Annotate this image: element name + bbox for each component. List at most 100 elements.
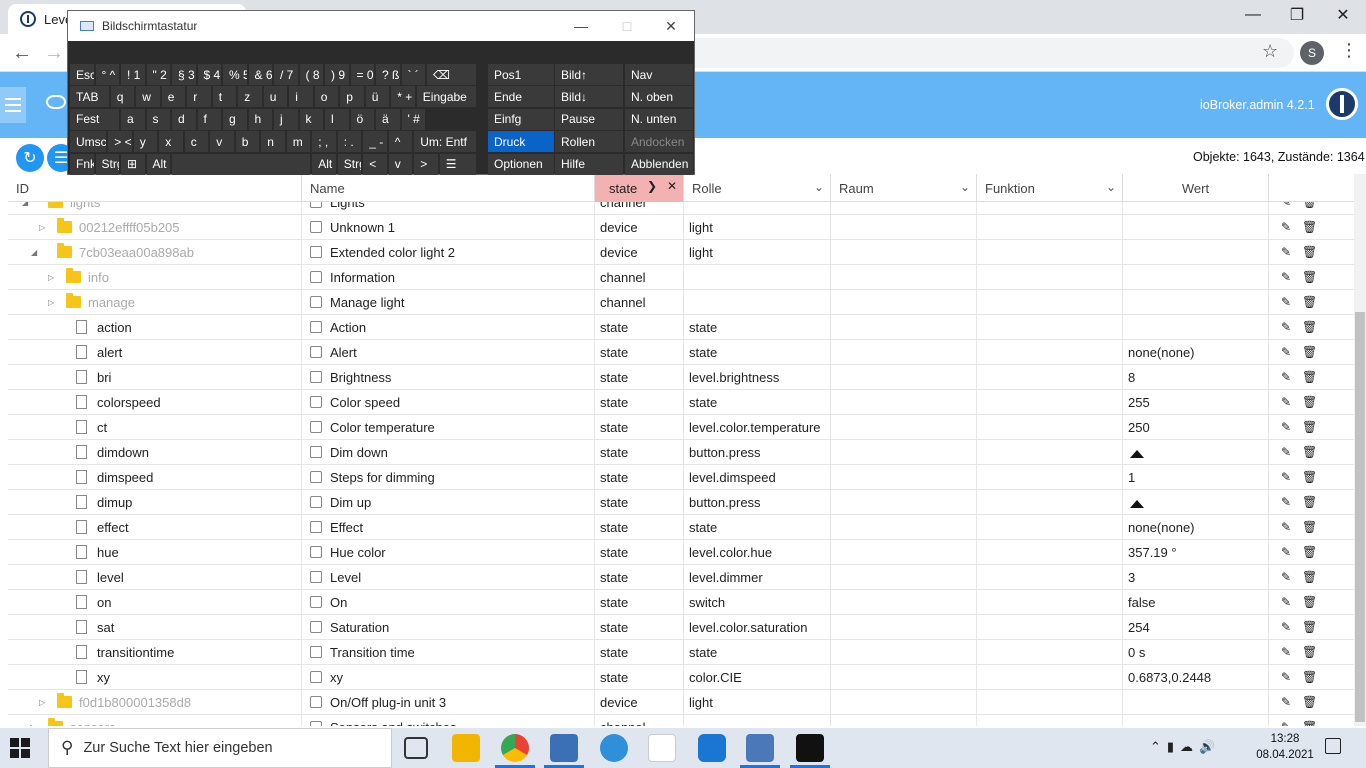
table-row[interactable]: dimup Dim up state button.press ✎ 🗑 [8, 490, 1354, 515]
value-cell[interactable]: 0.6873,0.2448 [1123, 665, 1269, 690]
osk-nav-key[interactable]: Nav [625, 64, 693, 85]
column-header-id[interactable]: ID [8, 174, 302, 202]
osk-key[interactable]: ! 1 [121, 64, 145, 85]
osk-key[interactable]: Eingabe [416, 86, 476, 108]
delete-icon[interactable]: 🗑 [1302, 215, 1317, 240]
osk-key[interactable]: c [184, 131, 209, 153]
expand-open-icon[interactable]: ◢ [22, 202, 28, 215]
osk-key[interactable]: < [363, 153, 387, 175]
osk-key[interactable]: Um: Entf [414, 131, 476, 153]
value-cell[interactable]: 1 [1123, 465, 1269, 490]
network-app-icon[interactable] [550, 734, 578, 762]
taskbar-search[interactable]: ⚲ Zur Suche Text hier eingeben [48, 728, 392, 768]
clear-filter-icon[interactable]: ✕ [667, 179, 677, 193]
osk-key[interactable]: " 2 [146, 64, 170, 85]
id-cell[interactable]: hue [8, 540, 302, 565]
osk-nav-key[interactable]: Ende [488, 86, 554, 108]
delete-icon[interactable]: 🗑 [1302, 515, 1317, 540]
table-row[interactable]: ▷ manage Manage light channel ✎ 🗑 [8, 290, 1354, 315]
osk-nav-key[interactable]: Pause [555, 108, 623, 130]
osk-key[interactable]: ; , [312, 131, 336, 153]
id-cell[interactable]: level [8, 565, 302, 590]
value-cell[interactable]: false [1123, 590, 1269, 615]
osk-nav-key[interactable]: Bild↑ [555, 64, 623, 85]
osk-key[interactable]: n [261, 131, 285, 153]
osk-key[interactable]: y [133, 131, 158, 153]
osk-nav-key[interactable]: Pos1 [488, 64, 554, 85]
osk-titlebar[interactable]: Bildschirmtastatur — □ ✕ [68, 11, 694, 41]
table-row[interactable]: sat Saturation state level.color.saturation… [8, 615, 1354, 640]
delete-icon[interactable]: 🗑 [1302, 565, 1317, 590]
osk-key[interactable]: h [248, 108, 272, 130]
table-row[interactable]: dimdown Dim down state button.press ✎ 🗑 [8, 440, 1354, 465]
osk-key[interactable]: TAB [70, 86, 109, 108]
osk-key[interactable]: v [210, 131, 234, 153]
close-window-icon[interactable]: ✕ [1320, 0, 1366, 30]
osk-key[interactable]: > < [108, 131, 132, 153]
osk-key[interactable]: ° ^ [95, 64, 119, 85]
table-row[interactable]: ◢ lights Lights channel ✎ 🗑 [8, 202, 1354, 215]
edit-icon[interactable]: ✎ [1281, 615, 1291, 640]
osk-key[interactable]: r [187, 86, 211, 108]
delete-icon[interactable]: 🗑 [1302, 415, 1317, 440]
expand-closed-icon[interactable]: ▷ [39, 215, 45, 240]
osk-key[interactable]: i [289, 86, 313, 108]
osk-key[interactable]: ' # [401, 108, 425, 130]
osk-nav-key[interactable]: Andocken [625, 131, 693, 153]
bookmark-star-icon[interactable]: ☆ [1262, 41, 1278, 62]
osk-key[interactable]: Alt [146, 153, 170, 175]
table-row[interactable]: ▷sensorsSensors and switcheschannel✎🗑 [8, 715, 1354, 726]
edit-icon[interactable]: ✎ [1281, 340, 1291, 365]
osk-key[interactable]: Fnkt [70, 153, 94, 175]
chevron-down-icon[interactable]: ❯ [647, 179, 657, 193]
delete-icon[interactable]: 🗑 [1302, 715, 1317, 726]
table-row[interactable]: transitiontime Transition time state state 0… [8, 640, 1354, 665]
eye-icon[interactable] [46, 95, 66, 109]
expand-closed-icon[interactable]: ▷ [30, 715, 36, 726]
value-cell[interactable]: 250 [1123, 415, 1269, 440]
edit-icon[interactable]: ✎ [1281, 390, 1291, 415]
bell-icon[interactable] [1130, 499, 1144, 508]
edit-icon[interactable]: ✎ [1281, 215, 1291, 240]
id-cell[interactable]: ◢ lights [8, 202, 302, 215]
osk-key[interactable]: ö [350, 108, 374, 130]
value-cell[interactable] [1123, 215, 1269, 240]
osk-key[interactable]: ? ß [376, 64, 400, 85]
value-cell[interactable]: 357.19 ° [1123, 540, 1269, 565]
table-row[interactable]: ▷ f0d1b800001358d8 On/Off plug-in unit 3 de… [8, 690, 1354, 715]
table-row[interactable]: effect Effect state state none(none) ✎ 🗑 [8, 515, 1354, 540]
id-cell[interactable]: dimdown [8, 440, 302, 465]
maximize-icon[interactable]: □ [604, 11, 650, 41]
osk-key[interactable]: m [286, 131, 311, 153]
delete-icon[interactable]: 🗑 [1302, 615, 1317, 640]
osk-nav-key[interactable]: N. unten [625, 108, 693, 130]
edit-icon[interactable]: ✎ [1281, 690, 1291, 715]
value-cell[interactable] [1123, 265, 1269, 290]
osk-key[interactable]: Fest [70, 108, 119, 130]
delete-icon[interactable]: 🗑 [1302, 365, 1317, 390]
edit-icon[interactable]: ✎ [1281, 715, 1291, 726]
edit-icon[interactable]: ✎ [1281, 665, 1291, 690]
edit-icon[interactable]: ✎ [1281, 490, 1291, 515]
osk-key[interactable]: Alt Gr [312, 153, 336, 175]
edit-icon[interactable]: ✎ [1281, 540, 1291, 565]
edit-icon[interactable]: ✎ [1281, 440, 1291, 465]
column-header-name[interactable]: Name [302, 174, 595, 202]
expand-closed-icon[interactable]: ▷ [48, 265, 54, 290]
id-cell[interactable]: on [8, 590, 302, 615]
osk-key[interactable]: o [314, 86, 339, 108]
delete-icon[interactable]: 🗑 [1302, 390, 1317, 415]
delete-icon[interactable]: 🗑 [1302, 240, 1317, 265]
osk-key[interactable]: g [223, 108, 247, 130]
table-row[interactable]: colorspeed Color speed state state 255 ✎ 🗑 [8, 390, 1354, 415]
osk-key[interactable]: = 0 [350, 64, 374, 85]
sync-app-icon[interactable] [600, 734, 628, 762]
osk-key[interactable]: p [340, 86, 364, 108]
delete-icon[interactable]: 🗑 [1302, 590, 1317, 615]
table-row[interactable]: ▷ 00212effff05b205 Unknown 1 device light ✎ 🗑 [8, 215, 1354, 240]
remote-desktop-icon[interactable] [746, 734, 774, 762]
osk-key[interactable]: Umsch [70, 131, 107, 153]
function-filter[interactable]: Funktion ⌄ [977, 174, 1123, 202]
osk-key[interactable]: $ 4 [197, 64, 221, 85]
delete-icon[interactable]: 🗑 [1302, 340, 1317, 365]
